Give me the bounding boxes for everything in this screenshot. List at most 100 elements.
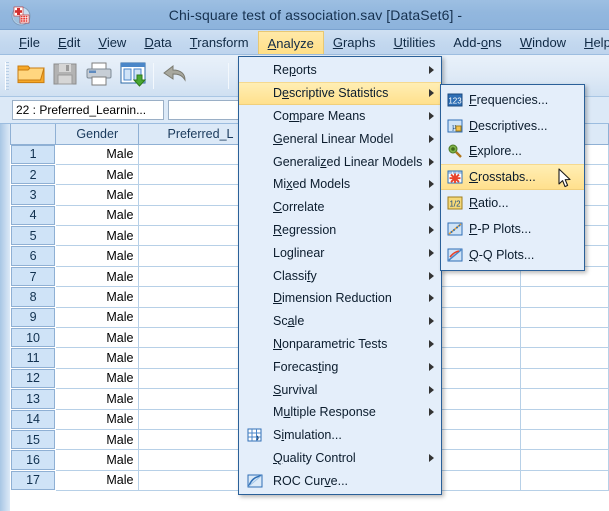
analyze-menu-item-scale[interactable]: Scale — [239, 310, 441, 333]
analyze-menu-item-regression[interactable]: Regression — [239, 219, 441, 242]
row-header-cell[interactable]: 10 — [9, 327, 57, 349]
analyze-dropdown-menu[interactable]: Reports Descriptive Statistics Compare Mea… — [238, 56, 442, 496]
menu-transform[interactable]: Transform — [181, 30, 258, 54]
descriptive-submenu-item-crosstabs[interactable]: Crosstabs... — [441, 164, 584, 191]
cell-gender[interactable]: Male — [55, 204, 140, 227]
save-file-button[interactable] — [48, 59, 82, 93]
cell-gender[interactable]: Male — [55, 265, 140, 288]
cell-gender[interactable]: Male — [55, 327, 140, 349]
row-header-cell[interactable]: 4 — [9, 204, 57, 227]
cell-gender[interactable]: Male — [55, 225, 140, 247]
cell-reference-label[interactable]: 22 : Preferred_Learnin... — [12, 100, 164, 120]
analyze-menu-item-simulation[interactable]: Simulation... — [239, 424, 441, 447]
row-header-cell[interactable]: 11 — [9, 347, 57, 369]
redo-button[interactable] — [191, 59, 225, 93]
menu-view[interactable]: View — [89, 30, 135, 54]
menu-edit[interactable]: Edit — [49, 30, 89, 54]
cell-gender[interactable]: Male — [55, 428, 140, 451]
cell-empty-5[interactable] — [434, 306, 522, 329]
cell-gender[interactable]: Male — [55, 469, 140, 492]
cell-empty-6[interactable] — [520, 388, 609, 410]
analyze-menu-item-classify[interactable]: Classify — [239, 264, 441, 287]
menu-utilities[interactable]: Utilities — [384, 30, 444, 54]
analyze-menu-item-loglinear[interactable]: Loglinear — [239, 241, 441, 264]
descriptive-submenu-item-q-q-plots[interactable]: Q-Q Plots... — [441, 242, 584, 268]
cell-empty-6[interactable] — [520, 408, 609, 430]
cell-gender[interactable]: Male — [55, 306, 140, 329]
menu-help[interactable]: Help — [575, 30, 609, 54]
open-file-button[interactable] — [14, 59, 48, 93]
cell-empty-5[interactable] — [434, 408, 522, 430]
analyze-menu-item-reports[interactable]: Reports — [239, 59, 441, 82]
descriptive-submenu-item-ratio[interactable]: 1/2 Ratio... — [441, 190, 584, 216]
analyze-menu-item-compare-means[interactable]: Compare Means — [239, 105, 441, 128]
descriptive-submenu-item-frequencies[interactable]: 123 Frequencies... — [441, 87, 584, 113]
row-header-cell[interactable]: 9 — [9, 306, 57, 329]
cell-empty-5[interactable] — [434, 327, 522, 349]
cell-gender[interactable]: Male — [55, 163, 140, 186]
row-header-cell[interactable]: 16 — [9, 449, 57, 471]
recall-dialogs-button[interactable] — [116, 59, 150, 93]
cell-gender[interactable]: Male — [55, 388, 140, 410]
row-header-cell[interactable]: 14 — [9, 408, 57, 430]
analyze-menu-item-multiple-response[interactable]: Multiple Response — [239, 401, 441, 424]
analyze-menu-item-descriptive-statistics[interactable]: Descriptive Statistics — [239, 81, 441, 105]
descriptive-statistics-submenu[interactable]: 123 Frequencies... µ Descriptives... Expl… — [440, 84, 585, 271]
cell-gender[interactable]: Male — [55, 449, 140, 471]
menu-analyze[interactable]: Analyze — [257, 31, 324, 54]
cell-empty-6[interactable] — [520, 469, 609, 492]
cell-gender[interactable]: Male — [55, 367, 140, 390]
cell-gender[interactable]: Male — [55, 245, 140, 267]
column-header-gender[interactable]: Gender — [55, 124, 140, 145]
row-header-cell[interactable]: 3 — [9, 184, 57, 206]
analyze-menu-item-survival[interactable]: Survival — [239, 378, 441, 401]
toolbar-grip[interactable] — [5, 61, 9, 90]
cell-empty-6[interactable] — [520, 306, 609, 329]
cell-empty-5[interactable] — [434, 449, 522, 471]
analyze-menu-item-roc-curve[interactable]: ROC Curve... — [239, 469, 441, 492]
cell-empty-5[interactable] — [434, 347, 522, 369]
row-header-cell[interactable]: 6 — [9, 245, 57, 267]
row-header-cell[interactable]: 8 — [9, 286, 57, 308]
cell-empty-6[interactable] — [520, 367, 609, 390]
print-button[interactable] — [82, 59, 116, 93]
menu-graphs[interactable]: Graphs — [324, 30, 385, 54]
analyze-menu-item-generalized-linear-models[interactable]: Generalized Linear Models — [239, 150, 441, 173]
menu-add-ons[interactable]: Add-ons — [444, 30, 510, 54]
undo-button[interactable] — [157, 59, 191, 93]
menu-window[interactable]: Window — [511, 30, 575, 54]
row-header-cell[interactable]: 1 — [9, 143, 57, 165]
row-header-cell[interactable]: 17 — [9, 469, 57, 492]
cell-empty-6[interactable] — [520, 449, 609, 471]
row-header-cell[interactable]: 7 — [9, 265, 57, 288]
row-header-cell[interactable]: 5 — [9, 225, 57, 247]
analyze-menu-item-mixed-models[interactable]: Mixed Models — [239, 173, 441, 196]
descriptive-submenu-item-descriptives[interactable]: µ Descriptives... — [441, 113, 584, 139]
cell-gender[interactable]: Male — [55, 184, 140, 206]
row-header-cell[interactable]: 13 — [9, 388, 57, 410]
analyze-menu-item-nonparametric-tests[interactable]: Nonparametric Tests — [239, 333, 441, 356]
row-header-cell[interactable]: 12 — [9, 367, 57, 390]
analyze-menu-item-forecasting[interactable]: Forecasting — [239, 355, 441, 378]
cell-gender[interactable]: Male — [55, 143, 140, 165]
cell-empty-5[interactable] — [434, 469, 522, 492]
descriptive-submenu-item-explore[interactable]: Explore... — [441, 139, 584, 165]
cell-empty-5[interactable] — [434, 286, 522, 308]
cell-empty-5[interactable] — [434, 428, 522, 451]
cell-empty-6[interactable] — [520, 347, 609, 369]
row-header-cell[interactable]: 15 — [9, 428, 57, 451]
analyze-menu-item-dimension-reduction[interactable]: Dimension Reduction — [239, 287, 441, 310]
descriptive-submenu-item-p-p-plots[interactable]: P-P Plots... — [441, 216, 584, 242]
row-header-cell[interactable]: 2 — [9, 163, 57, 186]
analyze-menu-item-quality-control[interactable]: Quality Control — [239, 447, 441, 470]
menu-file[interactable]: File — [10, 30, 49, 54]
cell-empty-5[interactable] — [434, 367, 522, 390]
menu-data[interactable]: Data — [135, 30, 180, 54]
cell-empty-6[interactable] — [520, 327, 609, 349]
cell-gender[interactable]: Male — [55, 286, 140, 308]
analyze-menu-item-correlate[interactable]: Correlate — [239, 196, 441, 219]
cell-empty-6[interactable] — [520, 286, 609, 308]
cell-empty-5[interactable] — [434, 388, 522, 410]
analyze-menu-item-general-linear-model[interactable]: General Linear Model — [239, 127, 441, 150]
cell-gender[interactable]: Male — [55, 347, 140, 369]
